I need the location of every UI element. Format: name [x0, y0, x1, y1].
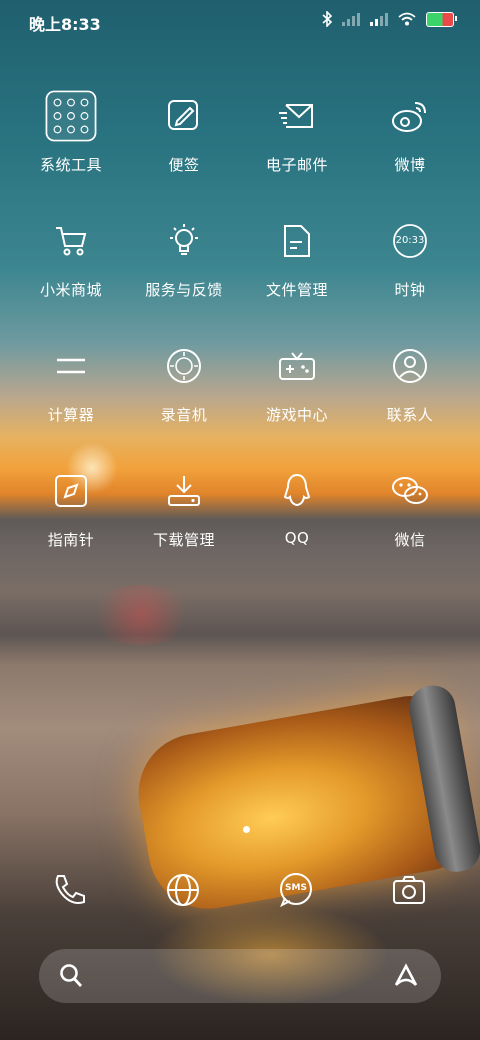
app-downloads[interactable]: 下载管理: [129, 465, 239, 550]
download-icon: [158, 465, 210, 517]
globe-icon: [165, 872, 201, 908]
wifi-icon: [398, 12, 416, 26]
dock-phone[interactable]: [52, 872, 88, 908]
bluetooth-icon: [322, 11, 332, 27]
sms-label: SMS: [285, 883, 307, 893]
folder-icon: [45, 90, 97, 142]
app-label: 录音机: [160, 406, 208, 424]
app-feedback[interactable]: 服务与反馈: [129, 215, 239, 300]
wallpaper-lens-flare: [86, 585, 196, 645]
app-label: 游戏中心: [265, 406, 328, 424]
status-icons: [322, 11, 457, 27]
app-label: 微信: [394, 531, 426, 549]
search-bar[interactable]: [39, 949, 441, 1003]
shopping-cart-icon: [45, 215, 97, 267]
app-compass[interactable]: 指南针: [16, 465, 126, 550]
compass-icon: [45, 465, 97, 517]
app-label: 小米商城: [39, 281, 102, 299]
app-email[interactable]: 电子邮件: [242, 90, 352, 175]
wechat-icon: [384, 465, 436, 517]
app-label: 时钟: [394, 281, 426, 299]
camera-icon: [391, 872, 427, 908]
gamepad-icon: [271, 340, 323, 392]
app-calculator[interactable]: 计算器: [16, 340, 126, 425]
status-time: 晚上8:33: [29, 15, 101, 34]
dock-camera[interactable]: [391, 872, 427, 908]
document-icon: [271, 215, 323, 267]
clock-icon-time: 20:33: [395, 235, 425, 246]
signal-1-icon: [342, 12, 360, 26]
lightbulb-icon: [158, 215, 210, 267]
app-label: 便签: [168, 156, 200, 174]
app-label: 系统工具: [39, 156, 102, 174]
app-game-center[interactable]: 游戏中心: [242, 340, 352, 425]
contact-person-icon: [384, 340, 436, 392]
app-label: 文件管理: [265, 281, 328, 299]
app-label: 下载管理: [152, 531, 215, 549]
app-label: 联系人: [386, 406, 434, 424]
equals-icon: [45, 340, 97, 392]
app-file-manager[interactable]: 文件管理: [242, 215, 352, 300]
app-qq[interactable]: QQ: [242, 465, 352, 547]
phone-icon: [52, 872, 88, 908]
app-label: QQ: [284, 529, 310, 547]
app-label: 服务与反馈: [145, 281, 223, 299]
qq-penguin-icon: [271, 465, 323, 517]
app-system-tools[interactable]: 系统工具: [16, 90, 126, 175]
battery-icon: [426, 11, 457, 27]
app-label: 指南针: [47, 531, 95, 549]
assistant-icon[interactable]: [393, 963, 419, 989]
signal-2-icon: [370, 12, 388, 26]
app-label: 电子邮件: [265, 156, 328, 174]
weibo-icon: [384, 90, 436, 142]
app-wechat[interactable]: 微信: [355, 465, 465, 550]
envelope-icon: [271, 90, 323, 142]
dock-browser[interactable]: [165, 872, 201, 908]
clock-icon: 20:33: [384, 215, 436, 267]
app-label: 计算器: [47, 406, 95, 424]
recorder-dial-icon: [158, 340, 210, 392]
app-contacts[interactable]: 联系人: [355, 340, 465, 425]
app-label: 微博: [394, 156, 426, 174]
sms-bubble-icon: SMS: [278, 872, 314, 908]
app-mi-store[interactable]: 小米商城: [16, 215, 126, 300]
notes-pencil-icon: [158, 90, 210, 142]
app-notes[interactable]: 便签: [129, 90, 239, 175]
app-recorder[interactable]: 录音机: [129, 340, 239, 425]
page-indicator-dot[interactable]: [243, 826, 250, 833]
status-bar: 晚上8:33: [0, 0, 480, 40]
search-icon[interactable]: [59, 963, 83, 989]
app-weibo[interactable]: 微博: [355, 90, 465, 175]
app-clock[interactable]: 20:33 时钟: [355, 215, 465, 300]
dock-messages[interactable]: SMS: [278, 872, 314, 908]
